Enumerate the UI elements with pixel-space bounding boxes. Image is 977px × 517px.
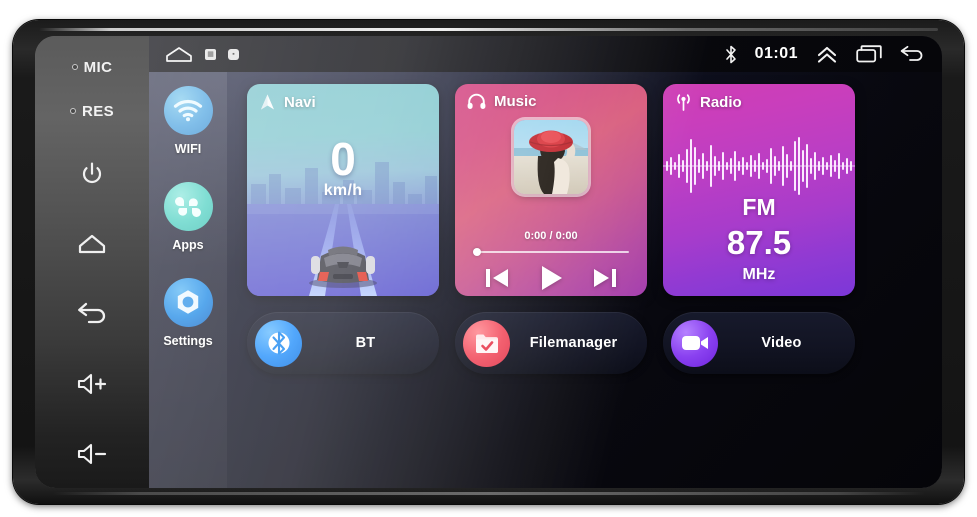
- sim-card-icon: ▦: [205, 48, 216, 60]
- music-progress-knob[interactable]: [473, 248, 481, 256]
- video-camera-icon: [681, 336, 708, 350]
- radio-frequency-unit: MHz: [742, 266, 776, 283]
- navi-card[interactable]: Navi 0 km/h: [247, 84, 439, 296]
- play-icon[interactable]: [537, 264, 565, 292]
- navi-card-header: Navi: [259, 93, 316, 111]
- bluetooth-icon[interactable]: [725, 45, 737, 64]
- navi-speed-unit: km/h: [323, 181, 363, 199]
- back-button[interactable]: [35, 291, 149, 337]
- touchscreen: MIC RES ▦ ▪ 01:01 WIFI Apps Settings Nav…: [35, 36, 942, 488]
- app-dock: WIFI Apps Settings: [149, 72, 227, 488]
- wifi-icon: [173, 99, 203, 122]
- home-button[interactable]: [35, 221, 149, 267]
- bluetooth-icon: [268, 331, 289, 355]
- filemanager-icon-circle: [463, 319, 510, 367]
- status-bar-right-group: 01:01: [725, 45, 942, 64]
- power-icon: [82, 162, 102, 184]
- radio-broadcast-icon: [677, 94, 690, 111]
- shortcut-pill-row: BT Filemanager Video: [247, 312, 942, 374]
- mic-label: MIC: [83, 58, 113, 76]
- car-graphic: [309, 246, 377, 288]
- volume-up-button[interactable]: [35, 361, 149, 407]
- radio-frequency-value: 87.5: [726, 224, 792, 261]
- status-bar-clock: 01:01: [754, 45, 798, 62]
- bluetooth-icon-circle: [255, 319, 302, 367]
- woman-red-hat-beach-photo: [514, 120, 588, 194]
- power-button[interactable]: [35, 151, 149, 197]
- filemanager-shortcut-label: Filemanager: [529, 335, 618, 351]
- home-icon: [78, 234, 106, 254]
- dock-item-settings[interactable]: Settings: [149, 278, 227, 348]
- video-shortcut-label: Video: [761, 335, 802, 351]
- navi-card-title: Navi: [284, 93, 316, 111]
- video-icon-circle: [671, 319, 718, 367]
- radio-band-label: FM: [742, 194, 776, 220]
- radio-card[interactable]: Radio FM 87.5 MHz: [663, 84, 855, 296]
- mic-pinhole-icon: [71, 64, 78, 70]
- filemanager-shortcut[interactable]: Filemanager: [455, 312, 647, 374]
- status-bar-left-group: ▦ ▪: [149, 46, 239, 63]
- music-time-label: 0:00 / 0:00: [524, 230, 578, 242]
- settings-icon-circle: [163, 278, 213, 327]
- bt-shortcut[interactable]: BT: [247, 312, 439, 374]
- album-art: [514, 120, 588, 194]
- mic-label-group: MIC: [71, 58, 113, 76]
- dock-label-apps: Apps: [172, 238, 204, 252]
- navi-speed-display: 0 km/h: [247, 133, 439, 200]
- music-card-title: Music: [494, 93, 537, 110]
- music-card[interactable]: Music 0:00 / 0:00: [455, 84, 647, 296]
- bezel-highlight-bottom: [53, 492, 925, 495]
- sd-card-icon: ▪: [228, 48, 239, 60]
- settings-icon: [177, 289, 199, 314]
- head-unit-device: MIC RES ▦ ▪ 01:01 WIFI Apps Settings Nav…: [13, 20, 964, 504]
- reset-button[interactable]: RES: [35, 88, 149, 134]
- hardware-button-panel: MIC RES: [35, 36, 149, 488]
- home-icon[interactable]: [165, 46, 193, 63]
- music-progress-bar[interactable]: [473, 248, 629, 256]
- headphones-icon: [467, 93, 486, 109]
- bt-shortcut-label: BT: [355, 335, 376, 351]
- music-transport-controls: [455, 264, 647, 292]
- skip-previous-icon[interactable]: [484, 266, 510, 290]
- double-chevron-up-icon[interactable]: [816, 45, 838, 64]
- reset-label: RES: [81, 102, 115, 120]
- apps-icon: [175, 196, 201, 217]
- dock-label-wifi: WIFI: [174, 142, 202, 156]
- folder-check-icon: [475, 334, 498, 353]
- dock-item-wifi[interactable]: WIFI: [149, 86, 227, 156]
- android-ui-surface: ▦ ▪ 01:01 WIFI Apps Settings Navi 0 km/h…: [149, 36, 942, 488]
- reset-label-group: RES: [69, 102, 115, 120]
- recents-icon[interactable]: [856, 45, 882, 63]
- wifi-icon-circle: [163, 86, 213, 135]
- widget-card-row: Navi 0 km/h Music 0:00 / 0:00 Radio FM 8…: [247, 84, 942, 296]
- volume-up-icon: [77, 373, 107, 395]
- mic-button[interactable]: MIC: [35, 44, 149, 90]
- radio-card-title: Radio: [700, 93, 742, 111]
- navi-speed-value: 0: [330, 133, 356, 185]
- reset-pinhole-icon: [69, 108, 76, 114]
- dock-label-settings: Settings: [163, 334, 213, 348]
- status-bar: ▦ ▪ 01:01: [149, 36, 942, 72]
- volume-down-icon: [77, 443, 107, 465]
- bezel-highlight-top: [39, 28, 938, 31]
- radio-card-header: Radio: [675, 93, 742, 111]
- audio-waveform-graphic: [663, 137, 855, 195]
- volume-down-button[interactable]: [35, 431, 149, 477]
- navigation-arrow-icon: [261, 94, 274, 110]
- music-card-header: Music: [467, 93, 537, 110]
- back-arrow-icon[interactable]: [900, 45, 926, 63]
- apps-icon-circle: [163, 182, 213, 231]
- video-shortcut[interactable]: Video: [663, 312, 855, 374]
- skip-next-icon[interactable]: [592, 266, 618, 290]
- dock-item-apps[interactable]: Apps: [149, 182, 227, 252]
- back-arrow-icon: [78, 302, 106, 324]
